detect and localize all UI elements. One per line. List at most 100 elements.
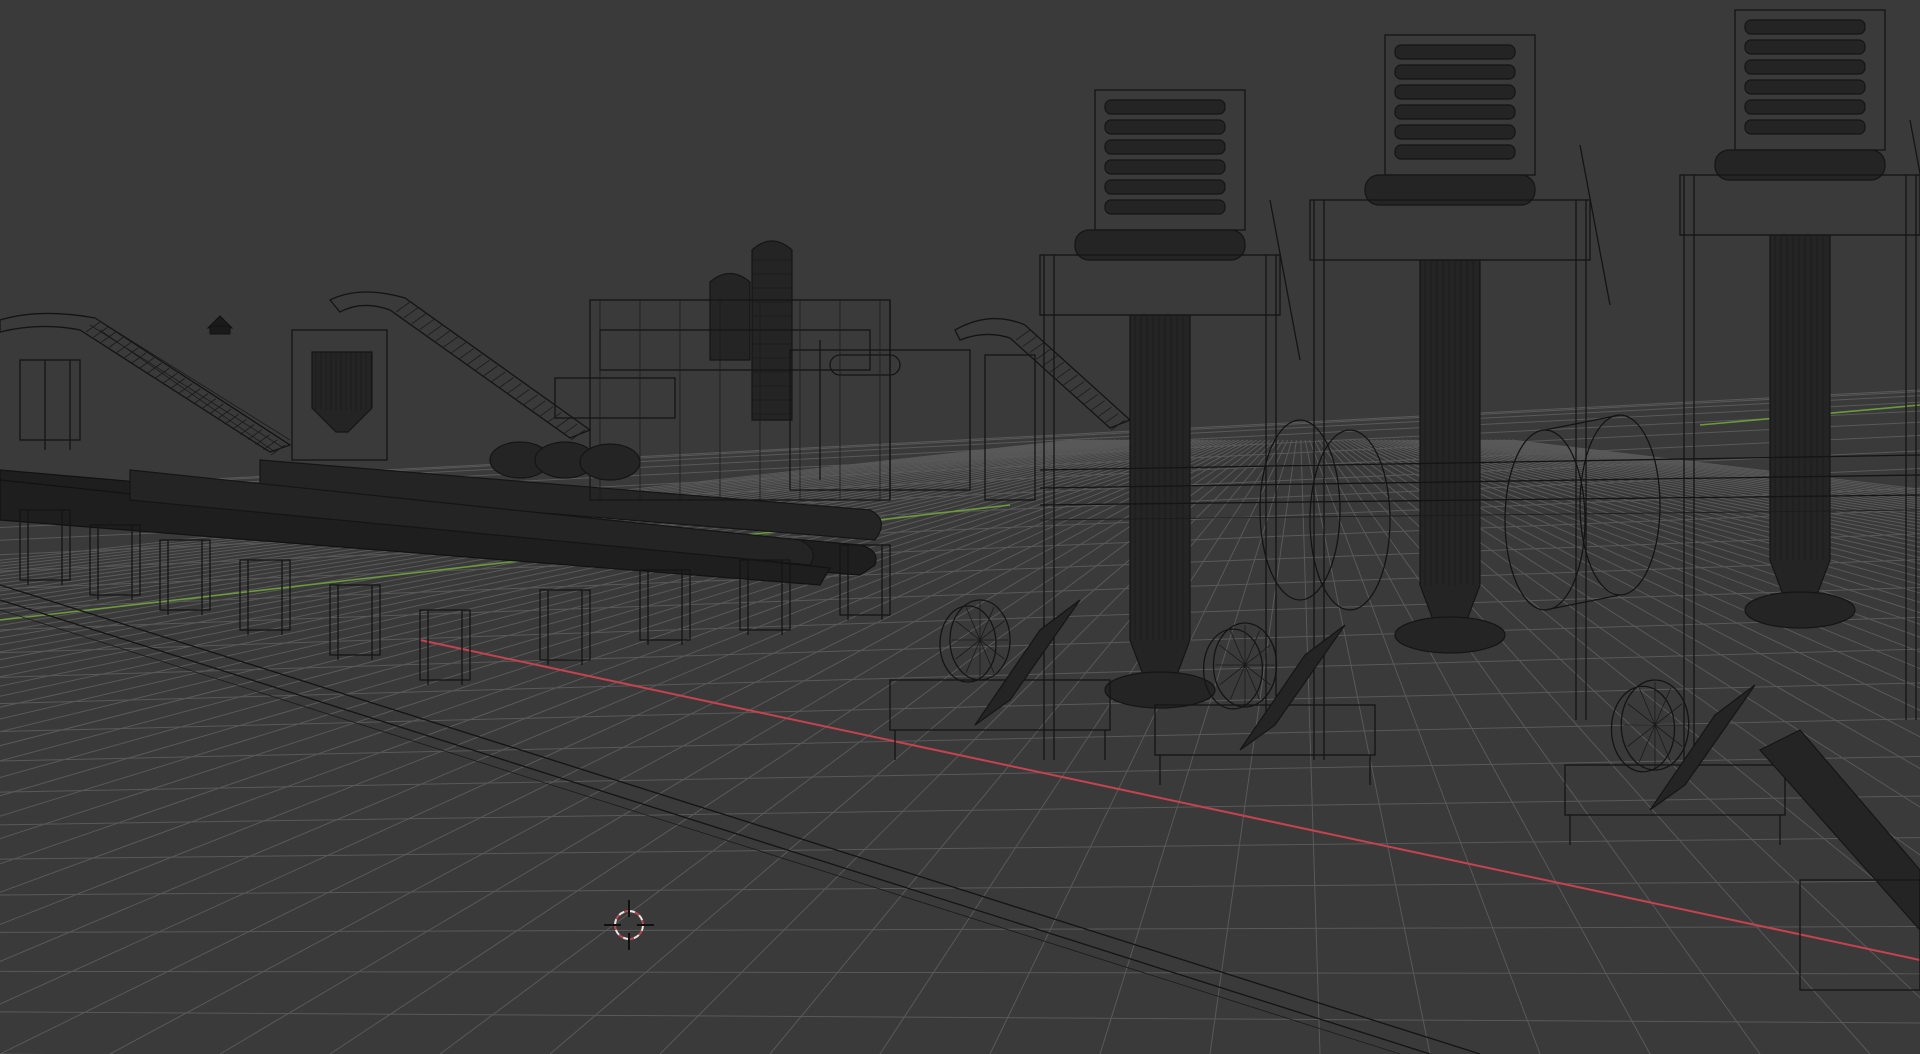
grid-line [1419, 439, 1920, 548]
conveyor-step [1022, 336, 1038, 347]
conveyor-step [491, 371, 506, 383]
conveyor-step [419, 319, 435, 330]
conveyor-step [570, 429, 586, 441]
conveyor-step [483, 365, 498, 377]
radiator-fin [1394, 124, 1516, 140]
fan-housing-back [939, 605, 997, 683]
dryer-tower-2[interactable] [1309, 34, 1611, 760]
conveyor-step [1076, 387, 1092, 399]
fan-duct [1649, 684, 1756, 811]
radiator-fin [1744, 59, 1866, 75]
radiator-fin [1104, 199, 1226, 215]
radiator-fin [1104, 119, 1226, 135]
conveyor-step [270, 444, 286, 456]
grid-line [1406, 439, 1920, 565]
grid-line [1099, 439, 1293, 1054]
grid-line [1507, 439, 1920, 492]
radiator-fin [1394, 144, 1516, 160]
conveyor-step [124, 347, 139, 358]
conveyor-step [435, 330, 451, 342]
conveyor-step [1029, 342, 1044, 354]
conveyor-step [515, 388, 530, 400]
conveyor-step [443, 336, 458, 348]
conveyor-step [1103, 413, 1119, 424]
fan-spoke [979, 639, 995, 674]
conveyor-step [475, 359, 490, 371]
conveyor-incline-left[interactable] [0, 312, 292, 456]
duct [1909, 119, 1920, 177]
conveyor-step [459, 348, 474, 359]
fan-spoke [1627, 703, 1656, 726]
conveyor-step [116, 342, 132, 353]
camera-icon[interactable] [206, 315, 234, 335]
base-ring [1104, 671, 1216, 709]
duct [1269, 199, 1301, 361]
tower-frame [1679, 174, 1920, 236]
grid-line [1313, 439, 1651, 1054]
grid-line [0, 837, 1920, 860]
fan-spoke [1654, 687, 1672, 726]
grid-line [1428, 439, 1920, 539]
conveyor-step [1015, 329, 1031, 341]
duct [1579, 144, 1611, 306]
rotary-drums[interactable] [489, 441, 641, 481]
tower-column [1419, 259, 1481, 626]
fan-spoke [1244, 664, 1261, 700]
fan-spoke [1627, 724, 1656, 747]
conveyor-step [1090, 400, 1105, 412]
conveyor-step [1063, 374, 1078, 386]
conveyor-step [427, 324, 443, 336]
conveyor-step [523, 394, 538, 406]
fan-spoke [1654, 703, 1683, 726]
conveyor-step [507, 383, 522, 394]
conveyor-step [1049, 361, 1065, 373]
3d-viewport[interactable] [0, 0, 1920, 1054]
radiator-fin [1744, 99, 1866, 115]
fan-spoke [1229, 630, 1246, 666]
radiator-fin [1104, 159, 1226, 175]
conveyor-step [530, 400, 546, 412]
conveyor-step [1110, 419, 1126, 431]
conveyor-step [451, 342, 466, 354]
grid-line [1511, 439, 1920, 490]
base-ring [1744, 591, 1856, 629]
fan-spoke [1229, 664, 1246, 700]
grid-line [1410, 439, 1920, 559]
conveyor-step [395, 301, 411, 313]
conveyor-step [562, 423, 578, 435]
dryer-tower-3[interactable] [1679, 9, 1920, 760]
conveyor-step [170, 378, 186, 389]
fan-spoke [1638, 724, 1656, 763]
conveyor-step [1083, 393, 1099, 405]
grid-line [0, 970, 1920, 975]
conveyor-step [411, 313, 427, 324]
radiator-fin [1104, 179, 1226, 195]
conveyor-step [554, 418, 570, 429]
grid-line [0, 880, 1920, 896]
grid-line [1437, 439, 1920, 531]
conveyor-step [467, 354, 482, 365]
tower-frame [1309, 199, 1591, 261]
viewport-canvas[interactable] [0, 0, 1920, 1054]
fan-spoke [965, 639, 981, 674]
tower-column [1769, 234, 1831, 601]
radiator-fin [1104, 139, 1226, 155]
conveyor-step [1056, 368, 1071, 379]
3d-cursor-icon[interactable] [604, 900, 654, 950]
fan-spoke [1654, 724, 1683, 747]
radiator-fin [1744, 19, 1866, 35]
radiator-fin [1394, 104, 1516, 120]
conveyor-step [1070, 381, 1085, 392]
radiator-fin [1744, 39, 1866, 55]
conveyor-step [162, 372, 178, 384]
grid-line [0, 795, 1920, 826]
radiator-fin [1394, 84, 1516, 100]
conveyor-step [499, 377, 514, 388]
tower-column [1129, 314, 1191, 681]
diagonal-duct [1759, 729, 1920, 931]
cyclone-hopper[interactable] [291, 329, 388, 461]
conveyor-step [403, 307, 419, 319]
conveyor-step [224, 413, 239, 425]
fan-spoke [1638, 687, 1656, 726]
radiator-fin [1744, 119, 1866, 135]
